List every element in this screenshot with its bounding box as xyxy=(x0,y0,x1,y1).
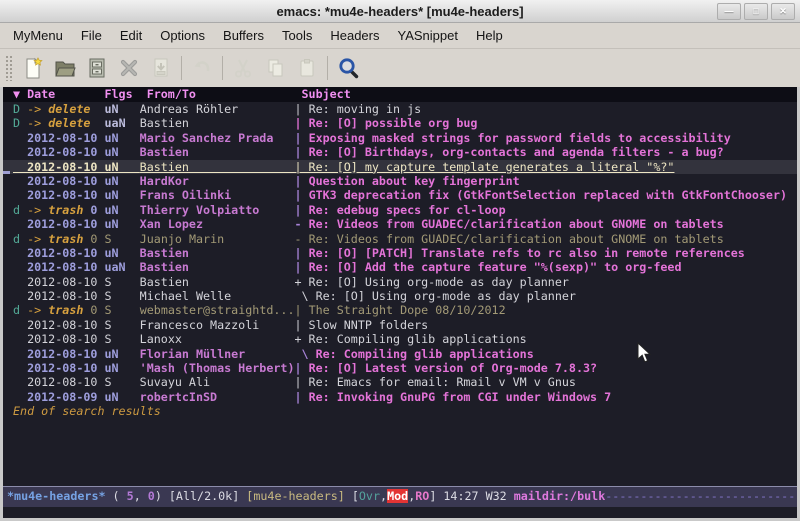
message-row[interactable]: 2012-08-10 uN 'Mash (Thomas Herbert)| Re… xyxy=(3,361,797,375)
paste-icon[interactable] xyxy=(291,53,323,83)
emacs-window: emacs: *mu4e-headers* [mu4e-headers] —□✕… xyxy=(0,0,800,521)
minimize-button[interactable]: — xyxy=(717,3,741,20)
toolbar-separator xyxy=(222,56,223,80)
fringe-cursor-marker xyxy=(3,171,10,174)
message-row[interactable]: 2012-08-10 S Michael Welle \ Re: [O] Usi… xyxy=(3,289,797,303)
menu-item-file[interactable]: File xyxy=(72,25,111,46)
message-row[interactable]: 2012-08-10 S Bastien + Re: [O] Using org… xyxy=(3,275,797,289)
copy-icon[interactable] xyxy=(259,53,291,83)
open-folder-icon[interactable] xyxy=(49,53,81,83)
close-button[interactable]: ✕ xyxy=(771,3,795,20)
message-row[interactable]: D -> delete uN Andreas Röhler | Re: movi… xyxy=(3,102,797,116)
close-buffer-icon[interactable] xyxy=(113,53,145,83)
toolbar-separator xyxy=(181,56,182,80)
message-row[interactable]: 2012-08-09 uN robertcInSD | Re: Invoking… xyxy=(3,390,797,404)
message-row[interactable]: d -> trash 0 S webmaster@straightd...| T… xyxy=(3,303,797,317)
menu-item-tools[interactable]: Tools xyxy=(273,25,321,46)
search-icon[interactable] xyxy=(332,53,364,83)
window-controls: —□✕ xyxy=(717,3,795,20)
toolbar-grip-handle[interactable] xyxy=(5,55,14,81)
message-row[interactable]: 2012-08-10 uN Mario Sanchez Prada | Expo… xyxy=(3,131,797,145)
minibuffer-echo-area[interactable] xyxy=(3,507,797,518)
menu-item-options[interactable]: Options xyxy=(151,25,214,46)
new-file-icon[interactable] xyxy=(17,53,49,83)
menu-item-edit[interactable]: Edit xyxy=(111,25,151,46)
window-title: emacs: *mu4e-headers* [mu4e-headers] xyxy=(0,4,800,19)
cut-icon[interactable] xyxy=(227,53,259,83)
message-row[interactable]: 2012-08-10 S Lanoxx + Re: Compiling glib… xyxy=(3,332,797,346)
headers-column-header[interactable]: ▼ Date Flgs From/To Subject xyxy=(3,87,797,102)
message-row[interactable]: d -> trash 0 S Juanjo Marin - Re: Videos… xyxy=(3,232,797,246)
message-row[interactable]: 2012-08-10 uaN Bastien | Re: [O] Add the… xyxy=(3,260,797,274)
modeline[interactable]: *mu4e-headers* ( 5, 0) [All/2.0k] [mu4e-… xyxy=(3,486,797,507)
message-row[interactable]: 2012-08-10 S Francesco Mazzoli | Slow NN… xyxy=(3,318,797,332)
message-row[interactable]: 2012-08-10 uN Bastien | Re: [O] Birthday… xyxy=(3,145,797,159)
empty-buffer-space xyxy=(3,419,797,486)
message-row[interactable]: 2012-08-10 S Suvayu Ali | Re: Emacs for … xyxy=(3,375,797,389)
message-row[interactable]: 2012-08-10 uN Florian Müllner \ Re: Comp… xyxy=(3,347,797,361)
menu-item-buffers[interactable]: Buffers xyxy=(214,25,273,46)
message-row[interactable]: 2012-08-10 uN HardKor | Question about k… xyxy=(3,174,797,188)
toolbar-separator xyxy=(327,56,328,80)
menu-item-help[interactable]: Help xyxy=(467,25,512,46)
menu-item-headers[interactable]: Headers xyxy=(321,25,388,46)
save-as-icon[interactable] xyxy=(145,53,177,83)
message-row[interactable]: 2012-08-10 uN Frans Oilinki | GTK3 depre… xyxy=(3,188,797,202)
mu4e-headers-buffer: ▼ Date Flgs From/To Subject D -> delete … xyxy=(3,87,797,518)
message-row-current[interactable]: 2012-08-10 uN Bastien | Re: [O] my captu… xyxy=(3,160,797,174)
menubar: MyMenuFileEditOptionsBuffersToolsHeaders… xyxy=(0,23,800,49)
undo-icon[interactable] xyxy=(186,53,218,83)
toolbar xyxy=(0,49,800,87)
end-of-search-results: End of search results xyxy=(3,404,797,418)
menu-item-mymenu[interactable]: MyMenu xyxy=(4,25,72,46)
message-row[interactable]: d -> trash 0 uN Thierry Volpiatto | Re: … xyxy=(3,203,797,217)
titlebar[interactable]: emacs: *mu4e-headers* [mu4e-headers] —□✕ xyxy=(0,0,800,23)
menu-item-yasnippet[interactable]: YASnippet xyxy=(388,25,466,46)
maximize-button[interactable]: □ xyxy=(744,3,768,20)
message-row[interactable]: 2012-08-10 uN Xan Lopez - Re: Videos fro… xyxy=(3,217,797,231)
save-icon[interactable] xyxy=(81,53,113,83)
message-list: D -> delete uN Andreas Röhler | Re: movi… xyxy=(3,102,797,404)
message-row[interactable]: 2012-08-10 uN Bastien | Re: [O] [PATCH] … xyxy=(3,246,797,260)
message-row[interactable]: D -> delete uaN Bastien | Re: [O] possib… xyxy=(3,116,797,130)
